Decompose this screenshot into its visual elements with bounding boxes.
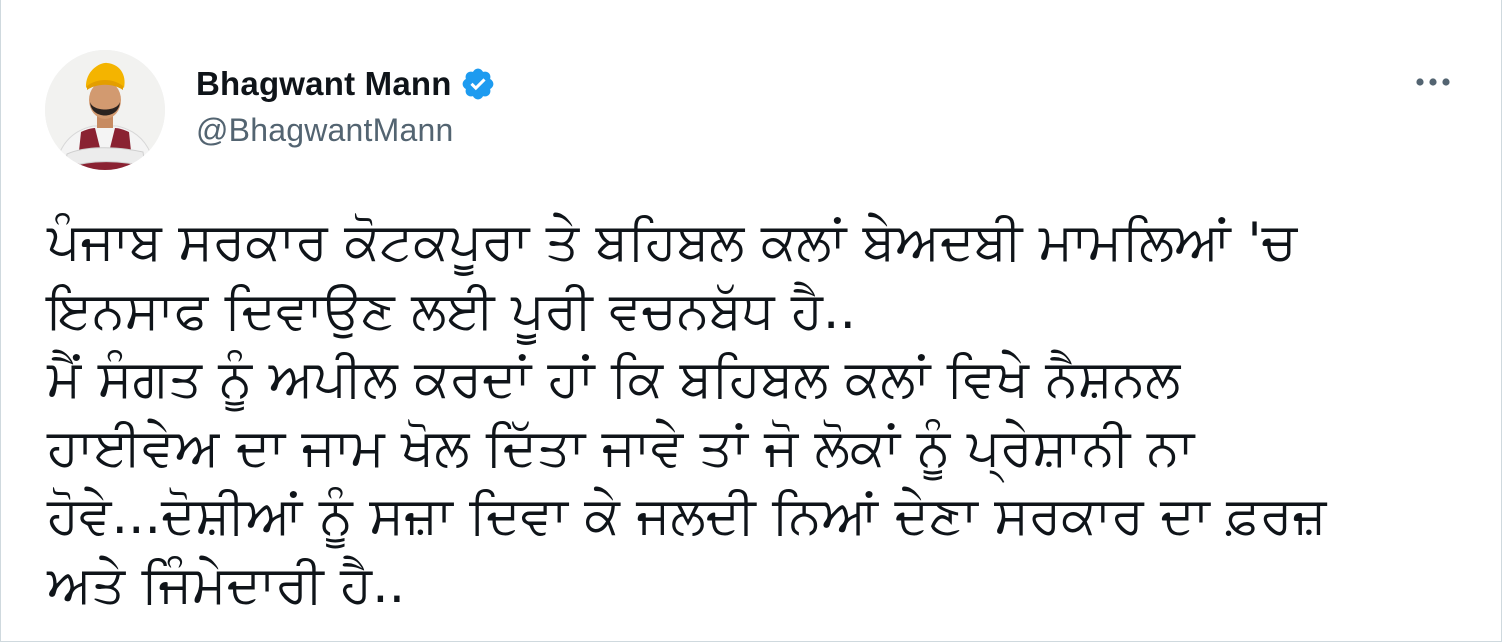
more-horizontal-icon <box>1416 78 1450 86</box>
avatar-image <box>45 50 165 170</box>
verified-badge-icon[interactable] <box>460 66 496 102</box>
tweet-text-line: ਪੰਜਾਬ ਸਰਕਾਰ ਕੋਟਕਪੂਰਾ ਤੇ ਬਹਿਬਲ ਕਲਾਂ ਬੇਅਦਬ… <box>47 212 1297 272</box>
tweet-text-line: ਹੋਵੇ...ਦੋਸ਼ੀਆਂ ਨੂੰ ਸਜ਼ਾ ਦਿਵਾ ਕੇ ਜਲਦੀ ਨਿਆ… <box>47 486 1327 546</box>
author-display-name[interactable]: Bhagwant Mann <box>196 65 452 103</box>
tweet-text-line: ਹਾਈਵੇਅ ਦਾ ਜਾਮ ਖੋਲ ਦਿੱਤਾ ਜਾਵੇ ਤਾਂ ਜੋ ਲੋਕਾ… <box>47 417 1195 478</box>
tweet-text-line: ਇਨਸਾਫ ਦਿਵਾਉਣ ਲਈ ਪੂਰੀ ਵਚਨਬੱਧ ਹੈ.. <box>47 280 856 341</box>
author-handle[interactable]: @BhagwantMann <box>196 112 453 149</box>
tweet-card: Bhagwant Mann @BhagwantMann ਪੰਜਾਬ ਸਰਕਾਰ … <box>0 0 1502 642</box>
tweet-text-line: ਮੈਂ ਸੰਗਤ ਨੂੰ ਅਪੀਲ ਕਰਦਾਂ ਹਾਂ ਕਿ ਬਹਿਬਲ ਕਲਾ… <box>47 349 1181 409</box>
avatar[interactable] <box>45 50 165 170</box>
more-options-button[interactable] <box>1411 64 1455 100</box>
author-name-row[interactable]: Bhagwant Mann <box>196 62 496 106</box>
tweet-text-line: ਅਤੇ ਜਿੰਮੇਦਾਰੀ ਹੈ.. <box>47 554 406 615</box>
tweet-text: ਪੰਜਾਬ ਸਰਕਾਰ ਕੋਟਕਪੂਰਾ ਤੇ ਬਹਿਬਲ ਕਲਾਂ ਬੇਅਦਬ… <box>47 208 1467 619</box>
